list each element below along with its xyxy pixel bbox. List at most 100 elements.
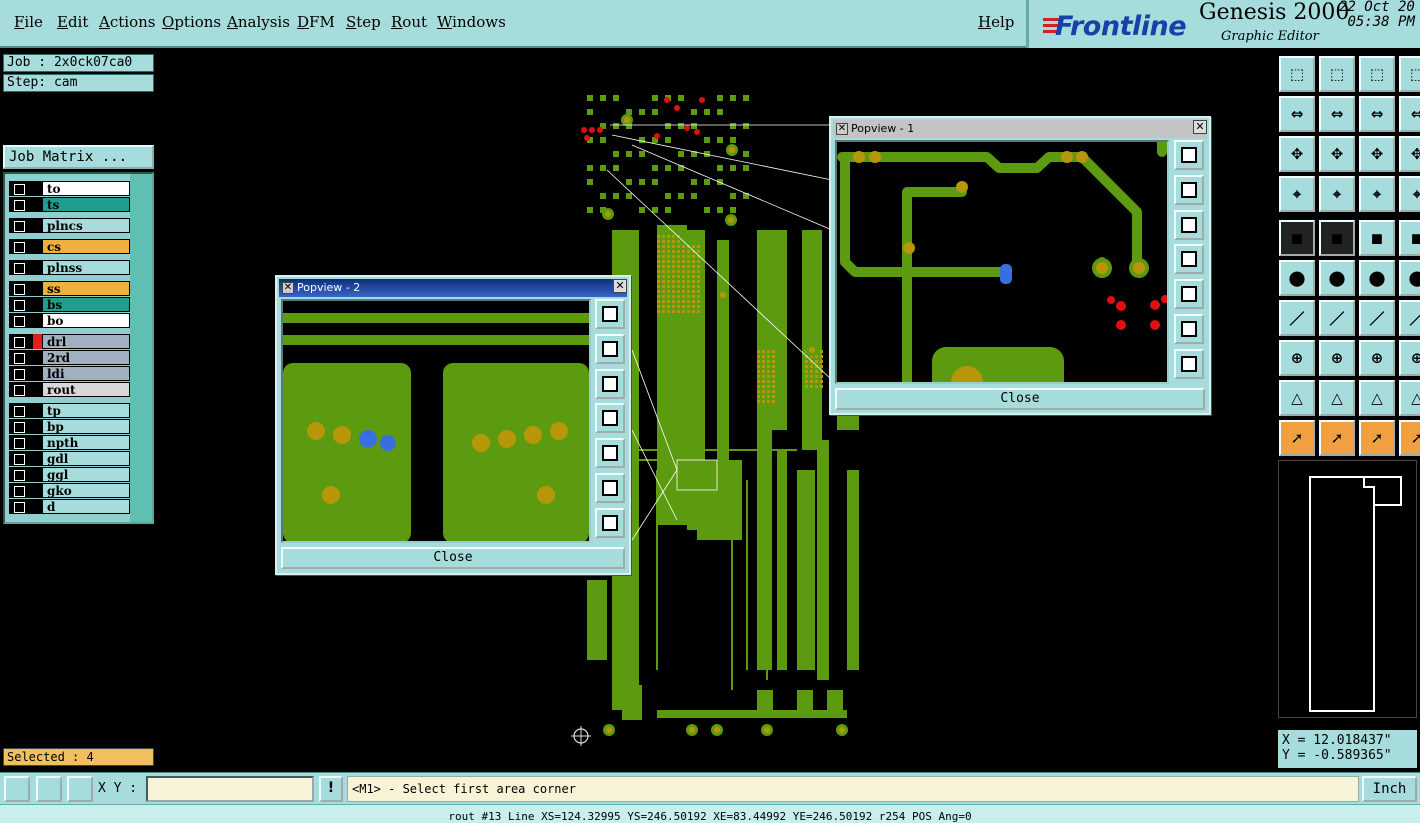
layer-name[interactable]: bs	[42, 297, 130, 312]
units-button[interactable]: Inch	[1362, 776, 1417, 802]
layer-checkbox[interactable]	[9, 218, 33, 233]
window-menu-icon[interactable]: ✕	[836, 123, 848, 135]
connect-button[interactable]: ⬤	[1359, 260, 1395, 296]
center-button[interactable]: ✥	[1279, 136, 1315, 172]
popview-2-close-icon[interactable]: ✕	[613, 279, 627, 293]
arc-button[interactable]: ／	[1359, 300, 1395, 336]
layer-checkbox[interactable]	[9, 297, 33, 312]
job-matrix-button[interactable]: Job Matrix ...	[3, 145, 154, 169]
ruler-button[interactable]: ◼	[1359, 220, 1395, 256]
xy-input[interactable]	[146, 776, 314, 802]
menu-step[interactable]: Step	[346, 13, 381, 31]
board-overview-map[interactable]	[1278, 460, 1417, 718]
circle-button[interactable]: ◼	[1399, 220, 1420, 256]
menu-edit[interactable]: Edit	[57, 13, 88, 31]
measure-button[interactable]: ⌖	[1319, 176, 1355, 212]
layer-row-gko[interactable]: gko	[9, 483, 130, 498]
line-add-button[interactable]: ⊕	[1319, 340, 1355, 376]
menu-rout[interactable]: Rout	[391, 13, 427, 31]
menu-actions[interactable]: Actions	[99, 13, 155, 31]
pan-down-button[interactable]	[595, 368, 625, 399]
node-button[interactable]: ⬤	[1399, 260, 1420, 296]
zoom-home-button[interactable]	[595, 299, 625, 329]
grid-button[interactable]	[67, 776, 93, 802]
layer-name[interactable]: ts	[42, 197, 130, 212]
home-button[interactable]: ⬚	[1279, 56, 1315, 92]
layer-checkbox[interactable]	[9, 260, 33, 275]
popview-2-titlebar[interactable]: ✕ Popview - 2	[279, 279, 627, 297]
layer-checkbox[interactable]	[9, 382, 33, 397]
layer-name[interactable]: 2rd	[42, 350, 130, 365]
pad-add-button[interactable]: ⊕	[1279, 340, 1315, 376]
angle-button[interactable]: ／	[1279, 300, 1315, 336]
layer-checkbox[interactable]	[9, 403, 33, 418]
triangle-button[interactable]: △	[1279, 380, 1315, 416]
help-button[interactable]: ⇔	[1399, 96, 1420, 132]
layer-row-ss[interactable]: ss	[9, 281, 130, 296]
zoom-out-button[interactable]	[1174, 348, 1204, 379]
line-button[interactable]: ◼	[1319, 220, 1355, 256]
pan-down-button[interactable]	[1174, 209, 1204, 240]
layer-checkbox[interactable]	[9, 499, 33, 514]
zoom-in-button[interactable]	[595, 472, 625, 503]
layer-name[interactable]: gdl	[42, 451, 130, 466]
layer-row-cs[interactable]: cs	[9, 239, 130, 254]
layer-name[interactable]: ldi	[42, 366, 130, 381]
layer-row-rout[interactable]: rout	[9, 382, 130, 397]
select-button[interactable]: ➚	[1279, 420, 1315, 456]
slash-button[interactable]: ／	[1319, 300, 1355, 336]
menu-analysis[interactable]: Analysis	[227, 13, 290, 31]
layer-checkbox[interactable]	[9, 467, 33, 482]
layer-row-tp[interactable]: tp	[9, 403, 130, 418]
pan-right-button[interactable]	[595, 438, 625, 469]
layer-name[interactable]: npth	[42, 435, 130, 450]
layer-row-2rd[interactable]: 2rd	[9, 350, 130, 365]
layer-checkbox[interactable]	[9, 483, 33, 498]
pad-button[interactable]: ◼	[1279, 220, 1315, 256]
search-button[interactable]: ⊕	[1399, 340, 1420, 376]
menu-dfm[interactable]: DFM	[297, 13, 335, 31]
warning-button[interactable]: !	[319, 776, 343, 802]
layer-row-d[interactable]: d	[9, 499, 130, 514]
layer-name[interactable]: to	[42, 181, 130, 196]
layer-checkbox[interactable]	[9, 197, 33, 212]
window-button[interactable]: ⬚	[1399, 56, 1420, 92]
layer-button[interactable]: ⌖	[1359, 176, 1395, 212]
layer-name[interactable]: cs	[42, 239, 130, 254]
window-menu-icon[interactable]: ✕	[282, 282, 294, 294]
layer-name[interactable]: bo	[42, 313, 130, 328]
zoom-area-button[interactable]	[4, 776, 30, 802]
house-button[interactable]: ⬚	[1359, 56, 1395, 92]
bracket-button[interactable]: ／	[1399, 300, 1420, 336]
zoom-in-button[interactable]	[1174, 313, 1204, 344]
menu-file[interactable]: File	[14, 13, 43, 31]
layer-row-ggl[interactable]: ggl	[9, 467, 130, 482]
popview-1-view[interactable]	[835, 140, 1169, 384]
layer-name[interactable]: ss	[42, 281, 130, 296]
layer-name[interactable]: d	[42, 499, 130, 514]
expand-button[interactable]: ✥	[1319, 136, 1355, 172]
menu-options[interactable]: Options	[162, 13, 221, 31]
popview-2-window[interactable]: ✕ Popview - 2 ✕ Close	[275, 275, 631, 575]
snap-button[interactable]: ⌖	[1279, 176, 1315, 212]
layer-name[interactable]: tp	[42, 403, 130, 418]
ratio-button[interactable]: ✥	[1359, 136, 1395, 172]
select-button[interactable]: ➚	[1319, 420, 1355, 456]
popview-1-window[interactable]: ✕ Popview - 1 ✕ Close	[829, 116, 1211, 415]
menu-windows[interactable]: Windows	[437, 13, 506, 31]
zoom-out-button[interactable]	[595, 507, 625, 538]
layer-row-to[interactable]: to	[9, 181, 130, 196]
layer-row-plncs[interactable]: plncs	[9, 218, 130, 233]
layer-checkbox[interactable]	[9, 350, 33, 365]
triangle-button[interactable]: △	[1359, 380, 1395, 416]
zoom-box-button[interactable]: ⊕	[1359, 340, 1395, 376]
layer-checkbox[interactable]	[9, 451, 33, 466]
pan-left-button[interactable]	[595, 403, 625, 434]
pan-button[interactable]: ⇔	[1359, 96, 1395, 132]
node-button[interactable]: ⬤	[1279, 260, 1315, 296]
pan-up-button[interactable]	[595, 333, 625, 364]
layer-name[interactable]: ggl	[42, 467, 130, 482]
zoom-home-button[interactable]	[1174, 140, 1204, 170]
layer-row-bo[interactable]: bo	[9, 313, 130, 328]
layer-row-plnss[interactable]: plnss	[9, 260, 130, 275]
